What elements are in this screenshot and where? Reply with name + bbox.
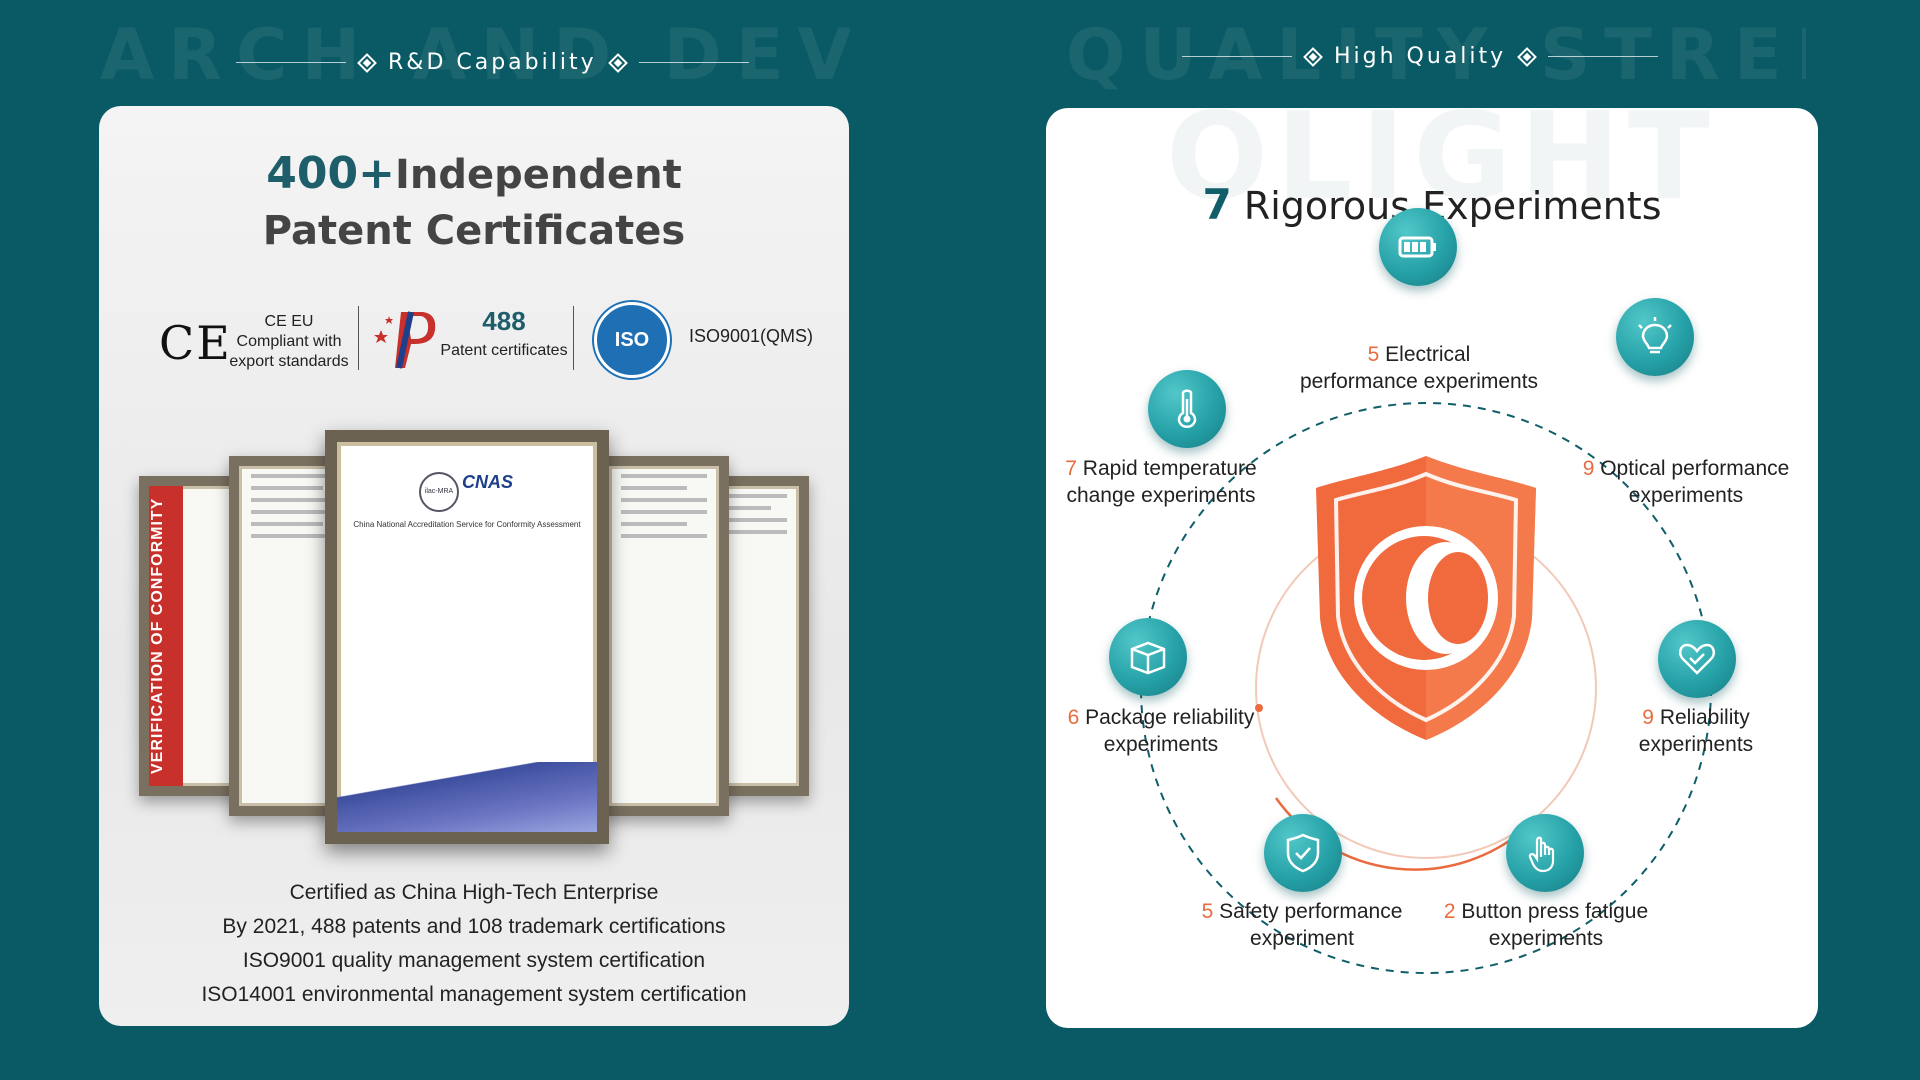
box-icon	[1130, 641, 1166, 675]
lightbulb-icon	[1638, 317, 1672, 354]
diamond-icon	[357, 52, 377, 73]
thermometer-icon	[1177, 389, 1197, 428]
ce-mark-icon: CE	[159, 316, 232, 370]
certification-item: ISO14001 environmental management system…	[201, 983, 747, 1006]
ilac-mra-icon: ilac-MRA	[419, 472, 459, 512]
divider	[1182, 56, 1292, 57]
doc-line	[621, 486, 687, 490]
divider	[573, 306, 574, 370]
optical-count: 9	[1582, 457, 1595, 480]
iso-badge-icon: ISO	[594, 302, 670, 378]
button-fatigue-line1: Button press fatigue	[1461, 900, 1649, 923]
patent-count: 488	[482, 306, 526, 336]
package-node	[1109, 618, 1187, 696]
safety-label: 5 Safety performance experiment	[1182, 898, 1422, 952]
certificate-frame	[599, 456, 729, 816]
divider	[236, 62, 346, 63]
package-label: 6 Package reliability experiments	[1046, 704, 1276, 758]
optical-line1: Optical performance	[1600, 457, 1790, 480]
reliability-label: 9 Reliability experiments	[1606, 704, 1786, 758]
diamond-icon	[607, 52, 628, 73]
certification-item: Certified as China High-Tech Enterprise	[289, 881, 659, 904]
temperature-count: 7	[1065, 457, 1077, 480]
brand-shield-icon	[1316, 456, 1536, 740]
headline-number: 400+	[266, 148, 395, 199]
right-section-title: High Quality	[1334, 44, 1507, 69]
ce-line1: CE EU	[264, 313, 314, 330]
electrical-count: 5	[1367, 343, 1380, 366]
ce-description: CE EU Compliant with export standards	[224, 312, 354, 372]
divider	[1548, 56, 1659, 57]
quality-experiments-card: OLIGHT 7 Rigorous Experiments 5 Electric…	[1046, 108, 1818, 1028]
safety-line1: Safety performance	[1219, 900, 1403, 923]
voc-banner: VERIFICATION OF CONFORMITY	[149, 486, 183, 786]
optical-label: 9 Optical performance experiments	[1566, 455, 1806, 509]
package-line1: Package reliability	[1085, 706, 1255, 729]
diamond-icon	[1303, 46, 1323, 67]
left-section-title: R&D Capability	[388, 50, 597, 75]
temperature-label: 7 Rapid temperature change experiments	[1046, 455, 1276, 509]
certificate-frames: VERIFICATION OF CONFORMITY ilac-MRA CNAS…	[99, 430, 849, 844]
cnas-certificate: ilac-MRA CNAS China National Accreditati…	[325, 430, 609, 844]
button-fatigue-label: 2 Button press fatigue experiments	[1426, 898, 1666, 952]
button-fatigue-line2: experiments	[1488, 927, 1604, 950]
safety-node	[1264, 814, 1342, 892]
rd-capability-card: 400+Independent Patent Certificates CE C…	[99, 106, 849, 1026]
finger-press-icon	[1528, 836, 1555, 873]
cnas-logo-icon: CNAS	[462, 472, 514, 492]
safety-line2: experiment	[1250, 927, 1354, 950]
ce-line3: export standards	[229, 353, 349, 370]
doc-line	[251, 522, 323, 526]
certification-item: ISO9001 quality management system certif…	[242, 949, 706, 972]
battery-icon	[1398, 236, 1436, 258]
cnas-wave-decoration	[337, 762, 597, 832]
doc-line	[251, 486, 323, 490]
patent-headline: 400+Independent Patent Certificates	[99, 150, 849, 255]
temperature-node	[1148, 370, 1226, 448]
temperature-line1: Rapid temperature	[1082, 457, 1257, 480]
button-fatigue-count: 2	[1443, 900, 1456, 923]
doc-line	[621, 534, 707, 538]
patent-label: Patent certificates	[440, 342, 568, 359]
doc-line	[621, 498, 707, 502]
reliability-node	[1658, 620, 1736, 698]
button-fatigue-node	[1506, 814, 1584, 892]
right-section-header: High Quality	[1182, 44, 1659, 69]
iso-label: ISO9001(QMS)	[689, 326, 814, 346]
divider	[638, 62, 749, 63]
ce-line2: Compliant with	[236, 333, 342, 350]
reliability-line1: Reliability	[1659, 706, 1750, 729]
cnas-title: China National Accreditation Service for…	[353, 520, 581, 529]
package-count: 6	[1067, 706, 1080, 729]
headline-line1: Independent	[395, 152, 682, 198]
doc-line	[621, 510, 707, 514]
reliability-line2: experiments	[1638, 733, 1754, 756]
diamond-icon	[1517, 46, 1538, 67]
doc-line	[621, 474, 707, 478]
certification-item: By 2021, 488 patents and 108 trademark c…	[222, 915, 726, 938]
electrical-line1: Electrical	[1385, 343, 1471, 366]
optical-node	[1616, 298, 1694, 376]
shield-check-icon	[1286, 833, 1320, 873]
patent-logo-icon	[374, 311, 436, 369]
left-section-header: R&D Capability	[236, 50, 749, 75]
electrical-line2: performance experiments	[1299, 370, 1539, 393]
reliability-count: 9	[1642, 706, 1654, 729]
heart-icon	[1678, 643, 1716, 675]
package-line2: experiments	[1103, 733, 1219, 756]
electrical-node	[1379, 208, 1457, 286]
optical-line2: experiments	[1628, 484, 1744, 507]
safety-count: 5	[1201, 900, 1214, 923]
doc-line	[621, 522, 687, 526]
divider	[358, 306, 359, 370]
headline-line2: Patent Certificates	[262, 208, 686, 254]
certification-row: CE CE EU Compliant with export standards…	[99, 302, 849, 378]
certification-list: Certified as China High-Tech Enterprise …	[99, 876, 849, 1012]
electrical-label: 5 Electrical performance experiments	[1274, 341, 1564, 395]
temperature-line2: change experiments	[1066, 484, 1256, 507]
